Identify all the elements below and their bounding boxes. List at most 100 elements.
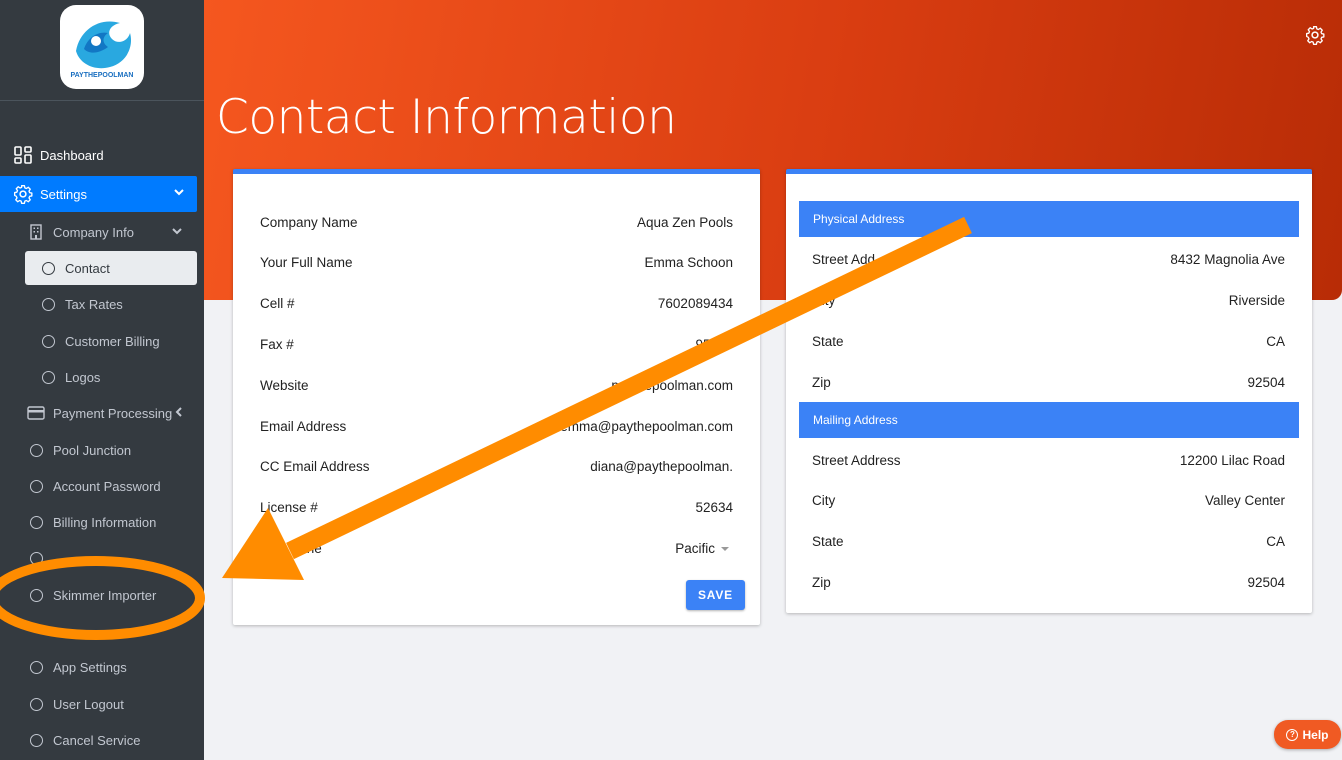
field-label: Fax # [260,336,294,352]
field-label: Website [260,377,309,393]
timezone-row: Zone Pacific [291,538,733,558]
circle-icon [30,733,43,747]
sidebar-item-logos[interactable]: Logos [25,359,197,395]
physical-street-row: Street Add 8432 Magnolia Ave [812,249,1285,269]
circle-icon [30,660,43,674]
sidebar-item-label: Company Info [53,224,134,240]
sidebar-item-billing-information[interactable]: Billing Information [30,504,156,540]
sidebar-item-label: Tax Rates [65,296,123,312]
mailing-city-row: City Valley Center [812,490,1285,510]
sidebar-item-dashboard[interactable]: Dashboard [12,137,197,173]
caret-down-icon [721,546,729,551]
sidebar-item-tax-rates[interactable]: Tax Rates [25,286,197,322]
chevron-down-icon [172,228,182,235]
settings-gear-button[interactable] [1305,25,1325,50]
field-label: Zip [812,574,831,590]
physical-street-field[interactable]: 8432 Magnolia Ave [1170,252,1285,267]
sidebar-item-pool-junction[interactable]: Pool Junction [30,432,131,468]
website-row: Website paythepoolman.com [260,375,733,395]
sidebar-item-label: Account Password [53,478,161,494]
physical-state-row: State CA [812,331,1285,351]
circle-icon [42,370,55,384]
cell-row: Cell # 7602089434 [260,293,733,313]
circle-icon [30,515,43,529]
cc-email-field[interactable]: diana@paythepoolman. [590,459,733,474]
timezone-select[interactable]: Pacific [675,541,729,556]
mailing-zip-field[interactable]: 92504 [1247,575,1285,590]
field-label: Zip [812,374,831,390]
sidebar-item-customer-billing[interactable]: Customer Billing [25,323,197,359]
field-label: License # [260,499,318,515]
sidebar-item-skimmer-importer[interactable]: Skimmer Importer [30,577,156,613]
physical-zip-field[interactable]: 92504 [1247,375,1285,390]
mailing-city-field[interactable]: Valley Center [1205,493,1285,508]
sidebar-item-label: Payment Processing [53,405,173,421]
chevron-down-icon [174,189,184,196]
physical-state-field[interactable]: CA [1266,334,1285,349]
license-field[interactable]: 52634 [695,500,733,515]
sidebar-item-company-info[interactable]: Company Info [25,214,197,250]
sidebar-item-label: Dashboard [40,147,104,163]
sidebar-item-label: Cancel Service [53,732,141,748]
circle-icon [42,261,55,275]
sidebar-item-label: User Logout [53,696,124,712]
circle-icon [30,697,43,711]
physical-address-header: Physical Address [799,201,1299,237]
gear-icon [12,183,34,205]
sidebar-item-label: Billing Information [53,514,157,530]
help-button[interactable]: ? Help [1274,720,1341,749]
field-label: Street Add [812,251,876,267]
field-label: State [812,333,844,349]
circle-icon [30,588,43,602]
sidebar-item-settings[interactable]: Settings [0,176,197,212]
sidebar: PAYTHEPOOLMAN Dashboard Settings Company… [0,0,204,760]
mailing-state-field[interactable]: CA [1266,534,1285,549]
mailing-zip-row: Zip 92504 [812,572,1285,592]
circle-icon [30,479,43,493]
field-label: Email Address [260,418,347,434]
logo-wave-icon: PAYTHEPOOLMAN [70,21,134,79]
address-card: Physical Address Street Add 8432 Magnoli… [786,169,1312,613]
sidebar-item-cancel-service[interactable]: Cancel Service [30,722,140,758]
company-name-field[interactable]: Aqua Zen Pools [637,215,733,230]
field-label: Company Name [260,214,358,230]
timezone-value: Pacific [675,540,715,556]
email-field[interactable]: emma@paythepoolman.com [560,419,733,434]
app-logo[interactable]: PAYTHEPOOLMAN [60,5,144,89]
company-name-row: Company Name Aqua Zen Pools [260,212,733,232]
logo-area: PAYTHEPOOLMAN [0,0,204,101]
sidebar-item-app-settings[interactable]: App Settings [30,649,127,685]
sidebar-item-account-password[interactable]: Account Password [30,468,161,504]
email-row: Email Address emma@paythepoolman.com [260,416,733,436]
sidebar-item-user-logout[interactable]: User Logout [30,686,124,722]
cc-email-row: CC Email Address diana@paythepoolman. [260,456,733,476]
fax-field[interactable]: 95167 [695,337,733,352]
field-label: Street Address [812,452,901,468]
circle-icon [42,297,55,311]
mailing-state-row: State CA [812,531,1285,551]
sidebar-item-label: App Settings [53,659,127,675]
physical-city-row: City Riverside [812,290,1285,310]
help-label: Help [1302,727,1329,742]
circle-icon [30,443,43,457]
sidebar-item-label: Logos [65,369,101,385]
sidebar-item-payment-processing[interactable]: Payment Processing [25,395,197,431]
fax-row: Fax # 95167 [260,334,733,354]
sidebar-item-contact[interactable]: Contact [25,251,197,285]
license-row: License # 52634 [260,497,733,517]
save-button[interactable]: SAVE [686,580,745,610]
circle-icon [30,551,43,565]
cell-field[interactable]: 7602089434 [658,296,733,311]
mailing-street-field[interactable]: 12200 Lilac Road [1180,453,1285,468]
sidebar-item-hidden[interactable] [30,540,53,576]
full-name-field[interactable]: Emma Schoon [644,255,733,270]
field-label: Your Full Name [260,254,353,270]
circle-icon [42,334,55,348]
website-field[interactable]: paythepoolman.com [611,378,733,393]
sidebar-item-label: Settings [40,186,87,202]
svg-text:PAYTHEPOOLMAN: PAYTHEPOOLMAN [70,72,133,79]
dashboard-icon [12,144,34,166]
sidebar-item-label: Pool Junction [53,442,132,458]
field-label: State [812,533,844,549]
physical-city-field[interactable]: Riverside [1229,293,1285,308]
